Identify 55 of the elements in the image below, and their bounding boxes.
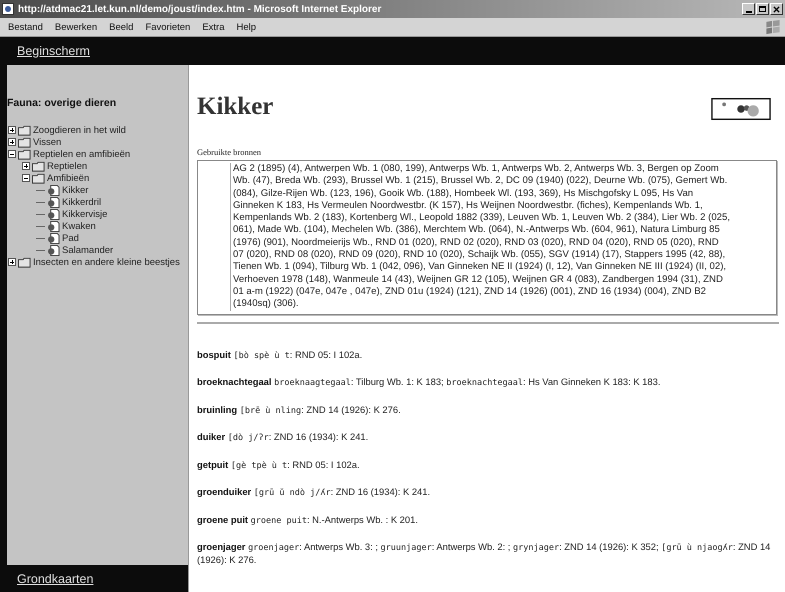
page-icon xyxy=(47,220,60,232)
dictionary-entry: bruinling [brē ù nling: ZND 14 (1926): K 276. xyxy=(197,404,402,417)
page-title: Kikker xyxy=(197,93,274,121)
expand-icon[interactable] xyxy=(8,126,16,134)
page-icon xyxy=(47,208,60,220)
dictionary-entry: groene puit groene puit: N.-Antwerps Wb. : K 201. xyxy=(197,514,419,527)
menu-item[interactable]: Bestand xyxy=(2,22,49,32)
dictionary-entry: groenduiker [grū ŭ ndò j/ʎr: ZND 16 (1934): K 241. xyxy=(197,486,432,500)
dictionary-entry: getpuit [gè tpè ù t: RND 05: I 102a. xyxy=(197,458,361,472)
folder-icon xyxy=(18,124,31,136)
page-icon xyxy=(47,196,60,208)
folder-icon xyxy=(18,256,31,268)
sources-text: AG 2 (1895) (4), Antwerpen Wb. 1 (080, 199), Antwerps Wb. 1, Antwerps Wb. 2, Antwerps Wb. 3, Bergen op Zoom Wb. (47), Breda Wb. (293), Brussel Wb. 1 (215), Brussel Wb. 2, DC 09 (1940) (022), Deurne Wb. (075), Gemert Wb. (084), Gilze-Rijen Wb. (123, 196), Gooik Wb. (188), Hombeek Wl. (193, 369), Hs Mischgofsky L 095, Hs Van Ginneken K 183, Hs Vermeulen Noordwestbr. (K 157), Hs Weijnen Noordwestbr. (fiches), Kempenlands Wb. 1, Kempenlands Wb. 2 (183), Kortenberg Wl., Leopold 1882 (339), Leuven Wb. 1, Leuven Wb. 2 (384), Lier Wb. 2 (025, 061), Made Wb. (104), Mechelen Wb. (386), Merchtem Wb. (064), N.-Antwerps Wb. (604, 961), Natura Limburg 85 (1976) (901), Noordmeierijs Wb., RND 01 (020), RND 02 (020), RND 03 (020), RND 04 (020), RND 05 (020), RND 07 (020), RND 08 (020), RND 09 (020), RND 10 (020), Schaijk Wb. (055), SGV (1914) (17), Stappers 1995 (42, 88), Tienen Wb. 1 (094), Tilburg Wb. 1 (042, 096), Van Ginneken NE II (1924) (I, 12), Van Ginneken NE III (1924) (II, 02), Verhoeven 1978 (148), Wanmeule 14 (43), Weijnen GR 12 (105), Weijnen GR 4 (083), Zandbergen 1994 (31), ZND 01 a-m (1922) (047e, 047e , 047e), ZND 01u (1924) (121), ZND 14 (1926) (001), ZND 16 (1934) (004), ZND B2 (1940sq) (306). xyxy=(230,163,732,311)
window-title: http://atdmac21.let.kun.nl/demo/joust/index.htm - Microsoft Internet Explorer xyxy=(18,4,382,14)
dictionary-entry: broeknachtegaal broeknaagtegaal: Tilburg Wb. 1: K 183; broeknachtegaal: Hs Van Ginneken K 183: K 183. xyxy=(197,376,662,390)
legend-icon[interactable] xyxy=(711,97,771,121)
expand-icon[interactable] xyxy=(22,162,30,170)
tree-item[interactable]: Kikker xyxy=(62,184,88,196)
home-link[interactable]: Beginscherm xyxy=(17,44,90,58)
minimize-button[interactable] xyxy=(742,3,755,15)
dictionary-entry: bospuit [bò spè ù t: RND 05: I 102a. xyxy=(197,348,364,362)
sources-label: Gebruikte bronnen xyxy=(197,147,262,157)
tree-item[interactable]: Kikkervisje xyxy=(62,208,108,220)
menu-item[interactable]: Beeld xyxy=(103,22,140,32)
menu-item[interactable]: Bewerken xyxy=(48,22,104,32)
tree-item[interactable]: Reptielen xyxy=(47,160,88,172)
menu-item[interactable]: Favorieten xyxy=(139,22,196,32)
folder-icon xyxy=(18,136,31,148)
tree-item[interactable]: Salamander xyxy=(62,244,114,256)
tree-item[interactable]: Zoogdieren in het wild xyxy=(33,124,126,136)
folder-icon xyxy=(18,148,31,160)
close-icon[interactable] xyxy=(770,3,783,15)
dictionary-entry: duiker [dò j/ʔr: ZND 16 (1934): K 241. xyxy=(197,431,370,444)
expand-icon[interactable] xyxy=(8,138,16,146)
tree-item[interactable]: Amfibieën xyxy=(47,172,90,184)
dictionary-entry: groenjager groenjager: Antwerps Wb. 3: ; gruunjager: Antwerps Wb. 2: ; grynjager: ZND 14 (1926): K 352; [grū ù njaogʎr: ZND 14 (1926): K 276. xyxy=(197,541,772,566)
tree-item[interactable]: Insecten en andere kleine beestjes xyxy=(33,256,180,268)
page-icon xyxy=(47,232,60,244)
browser-icon xyxy=(2,3,14,15)
sidebar-heading: Fauna: overige dieren xyxy=(7,97,118,109)
menu-item[interactable]: Help xyxy=(230,22,262,32)
folder-icon xyxy=(32,172,45,184)
tree-item[interactable]: Kikkerdril xyxy=(62,196,102,208)
maximize-button[interactable] xyxy=(756,3,769,15)
tree-item[interactable]: Reptielen en amfibieën xyxy=(33,148,130,160)
tree-item[interactable]: Pad xyxy=(62,232,79,244)
collapse-icon[interactable] xyxy=(8,150,16,158)
tree-item[interactable]: Kwaken xyxy=(62,220,96,232)
menu-item[interactable]: Extra xyxy=(196,22,231,32)
expand-icon[interactable] xyxy=(8,258,16,266)
page-icon xyxy=(47,184,60,196)
folder-icon xyxy=(32,160,45,172)
page-icon xyxy=(47,244,60,256)
collapse-icon[interactable] xyxy=(22,174,30,182)
tree-item[interactable]: Vissen xyxy=(33,136,62,148)
